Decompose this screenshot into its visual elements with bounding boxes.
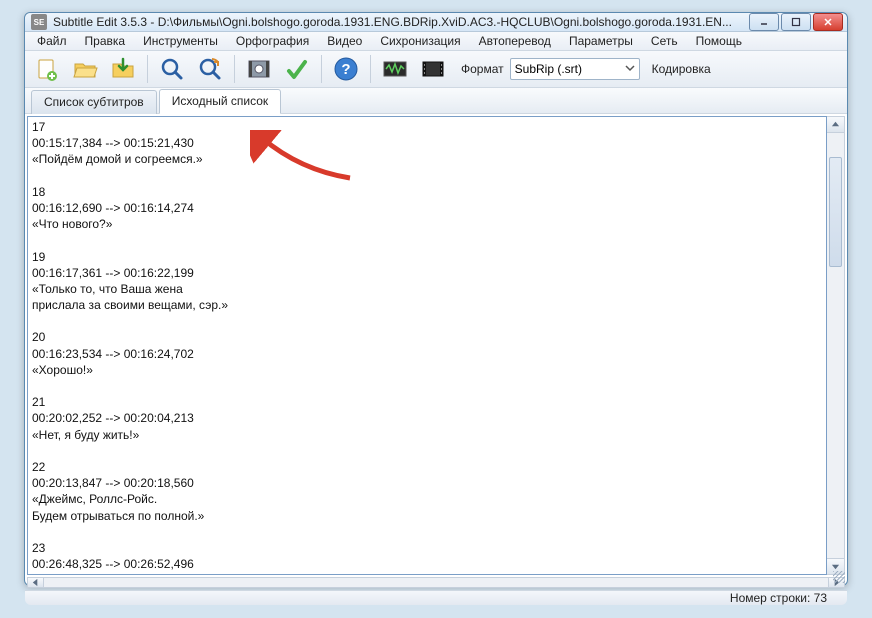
tab-source-list[interactable]: Исходный список (159, 89, 281, 114)
separator (370, 55, 371, 83)
save-button[interactable] (107, 53, 139, 85)
open-file-button[interactable] (69, 53, 101, 85)
scroll-thumb[interactable] (829, 157, 842, 267)
line-number-status: Номер строки: 73 (730, 591, 827, 605)
menu-file[interactable]: Файл (29, 32, 75, 50)
statusbar: Номер строки: 73 (25, 590, 847, 605)
menu-help[interactable]: Помощь (688, 32, 750, 50)
menu-edit[interactable]: Правка (77, 32, 134, 50)
app-window: SE Subtitle Edit 3.5.3 - D:\Фильмы\Ogni.… (24, 12, 848, 586)
waveform-button[interactable] (379, 53, 411, 85)
source-text-panel[interactable]: 17 00:15:17,384 --> 00:15:21,430 «Пойдём… (27, 116, 827, 575)
menu-tools[interactable]: Инструменты (135, 32, 226, 50)
spellcheck-button[interactable] (281, 53, 313, 85)
scroll-up-icon[interactable] (827, 117, 844, 133)
format-label: Формат (461, 62, 504, 76)
format-value: SubRip (.srt) (515, 62, 582, 76)
new-file-button[interactable] (31, 53, 63, 85)
scroll-left-icon[interactable] (28, 578, 44, 587)
video-button[interactable] (417, 53, 449, 85)
horizontal-scrollbar[interactable] (27, 577, 845, 588)
menu-video[interactable]: Видео (319, 32, 370, 50)
help-button[interactable]: ? (330, 53, 362, 85)
menu-network[interactable]: Сеть (643, 32, 686, 50)
window-controls (749, 13, 843, 31)
menu-options[interactable]: Параметры (561, 32, 641, 50)
minimize-button[interactable] (749, 13, 779, 31)
separator (147, 55, 148, 83)
visual-sync-button[interactable] (243, 53, 275, 85)
menu-sync[interactable]: Сихронизация (372, 32, 468, 50)
replace-button[interactable] (194, 53, 226, 85)
separator (321, 55, 322, 83)
vertical-scrollbar[interactable] (827, 116, 845, 575)
menu-spelling[interactable]: Орфография (228, 32, 317, 50)
app-icon: SE (31, 14, 47, 30)
tabs: Список субтитров Исходный список (25, 88, 847, 114)
menu-autotranslate[interactable]: Автоперевод (471, 32, 559, 50)
encoding-label: Кодировка (652, 62, 711, 76)
toolbar: ? Формат SubRip (.srt) Кодировка (25, 51, 847, 88)
menubar: Файл Правка Инструменты Орфография Видео… (25, 32, 847, 51)
chevron-down-icon (625, 62, 635, 76)
tab-subtitle-list[interactable]: Список субтитров (31, 90, 157, 114)
close-button[interactable] (813, 13, 843, 31)
svg-text:?: ? (341, 61, 350, 78)
titlebar: SE Subtitle Edit 3.5.3 - D:\Фильмы\Ogni.… (25, 13, 847, 32)
window-title: Subtitle Edit 3.5.3 - D:\Фильмы\Ogni.bol… (53, 15, 749, 29)
content-area: 17 00:15:17,384 --> 00:15:21,430 «Пойдём… (25, 114, 847, 577)
maximize-button[interactable] (781, 13, 811, 31)
find-button[interactable] (156, 53, 188, 85)
resize-grip-icon[interactable] (833, 571, 845, 583)
separator (234, 55, 235, 83)
format-combo[interactable]: SubRip (.srt) (510, 58, 640, 80)
